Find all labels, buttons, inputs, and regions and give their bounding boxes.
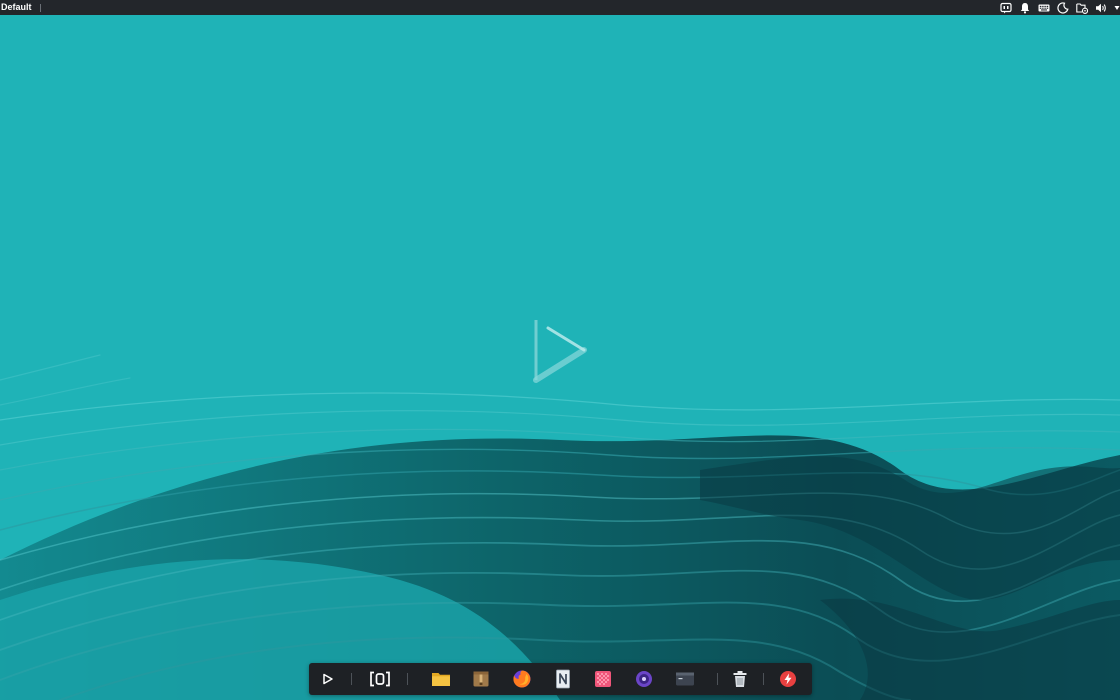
night-light-icon[interactable] bbox=[1057, 1, 1069, 14]
trash-icon[interactable] bbox=[729, 668, 751, 690]
panel-separator bbox=[39, 3, 41, 12]
color-grid-app-icon[interactable] bbox=[592, 668, 614, 690]
power-icon[interactable] bbox=[1114, 2, 1120, 14]
play-triangle-logo bbox=[533, 320, 587, 383]
workspace-indicator[interactable]: Default bbox=[0, 0, 41, 15]
terminal-icon[interactable] bbox=[674, 668, 696, 690]
archive-manager-icon[interactable] bbox=[470, 668, 492, 690]
tray-app-icon[interactable] bbox=[1000, 2, 1012, 14]
dock-separator bbox=[717, 673, 718, 685]
top-panel: Default bbox=[0, 0, 1120, 15]
notes-app-icon[interactable] bbox=[552, 668, 574, 690]
workspace-switcher-icon[interactable] bbox=[369, 668, 391, 690]
keyboard-icon[interactable] bbox=[1038, 2, 1050, 14]
firefox-icon[interactable] bbox=[511, 668, 533, 690]
power-app-icon[interactable] bbox=[777, 668, 799, 690]
dock-separator bbox=[351, 673, 352, 685]
dock-separator bbox=[763, 673, 764, 685]
app-launcher-icon[interactable] bbox=[317, 668, 339, 690]
dock-separator bbox=[407, 673, 408, 685]
dock bbox=[309, 663, 812, 695]
file-manager-icon[interactable] bbox=[430, 668, 452, 690]
workspace-name: Default bbox=[1, 2, 32, 12]
media-player-icon[interactable] bbox=[633, 668, 655, 690]
notification-bell-icon[interactable] bbox=[1019, 2, 1031, 14]
volume-icon[interactable] bbox=[1095, 2, 1107, 14]
system-tray bbox=[1000, 0, 1120, 15]
desktop[interactable]: Default bbox=[0, 0, 1120, 700]
network-folder-icon[interactable] bbox=[1076, 2, 1088, 14]
